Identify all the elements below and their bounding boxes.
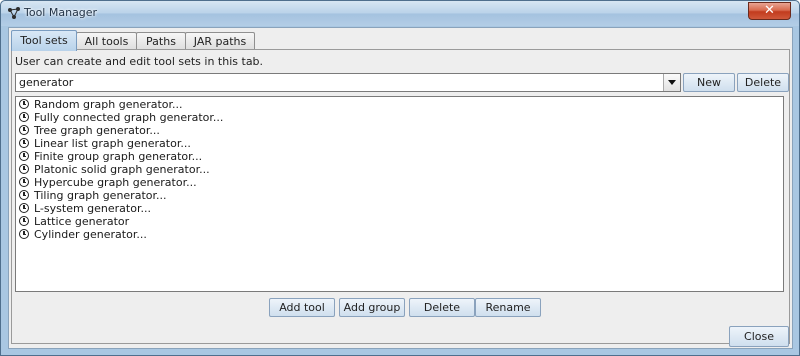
clock-icon	[19, 138, 29, 148]
app-icon	[8, 7, 20, 19]
close-button[interactable]: Close	[729, 326, 789, 347]
window-title: Tool Manager	[24, 6, 98, 19]
list-item[interactable]: Hypercube graph generator...	[19, 176, 197, 189]
list-item-label: L-system generator...	[34, 202, 151, 215]
list-item-label: Cylinder generator...	[34, 228, 147, 241]
toolset-select-value: generator	[19, 76, 74, 89]
add-group-button[interactable]: Add group	[339, 298, 405, 317]
new-toolset-button[interactable]: New	[683, 73, 735, 92]
title-bar[interactable]: Tool Manager ✕	[1, 1, 799, 26]
clock-icon	[19, 99, 29, 109]
tool-manager-window: Tool Manager ✕ Tool sets All tools Paths…	[0, 0, 800, 356]
dialog-content: Tool sets All tools Paths JAR paths User…	[8, 27, 793, 349]
clock-icon	[19, 125, 29, 135]
chevron-down-icon[interactable]	[663, 74, 680, 91]
clock-icon	[19, 229, 29, 239]
delete-tool-button[interactable]: Delete	[409, 298, 475, 317]
delete-toolset-button[interactable]: Delete	[737, 73, 789, 92]
list-item[interactable]: Random graph generator...	[19, 98, 183, 111]
tab-tool-sets[interactable]: Tool sets	[11, 30, 77, 51]
tool-sets-panel: User can create and edit tool sets in th…	[11, 49, 790, 344]
list-item[interactable]: Tree graph generator...	[19, 124, 160, 137]
list-item[interactable]: Fully connected graph generator...	[19, 111, 223, 124]
clock-icon	[19, 177, 29, 187]
list-item-label: Lattice generator	[34, 215, 130, 228]
clock-icon	[19, 216, 29, 226]
list-item-label: Fully connected graph generator...	[34, 111, 224, 124]
toolset-select[interactable]: generator	[15, 73, 681, 92]
list-item[interactable]: Linear list graph generator...	[19, 137, 191, 150]
list-item-label: Platonic solid graph generator...	[34, 163, 210, 176]
tab-description: User can create and edit tool sets in th…	[15, 55, 264, 68]
list-item-label: Tree graph generator...	[34, 124, 160, 137]
clock-icon	[19, 203, 29, 213]
list-item-label: Hypercube graph generator...	[34, 176, 197, 189]
list-item[interactable]: Tiling graph generator...	[19, 189, 167, 202]
list-item-label: Random graph generator...	[34, 98, 183, 111]
list-item-label: Tiling graph generator...	[34, 189, 167, 202]
list-item[interactable]: Platonic solid graph generator...	[19, 163, 210, 176]
list-item[interactable]: Finite group graph generator...	[19, 150, 202, 163]
rename-button[interactable]: Rename	[475, 298, 541, 317]
clock-icon	[19, 112, 29, 122]
list-item[interactable]: Lattice generator	[19, 215, 129, 228]
list-item-label: Finite group graph generator...	[34, 150, 203, 163]
clock-icon	[19, 164, 29, 174]
clock-icon	[19, 151, 29, 161]
tool-list[interactable]: Random graph generator... Fully connecte…	[15, 96, 784, 292]
clock-icon	[19, 190, 29, 200]
list-item[interactable]: L-system generator...	[19, 202, 151, 215]
window-close-button[interactable]: ✕	[748, 2, 791, 20]
close-icon: ✕	[764, 3, 775, 18]
add-tool-button[interactable]: Add tool	[269, 298, 335, 317]
list-item[interactable]: Cylinder generator...	[19, 228, 147, 241]
list-item-label: Linear list graph generator...	[34, 137, 191, 150]
